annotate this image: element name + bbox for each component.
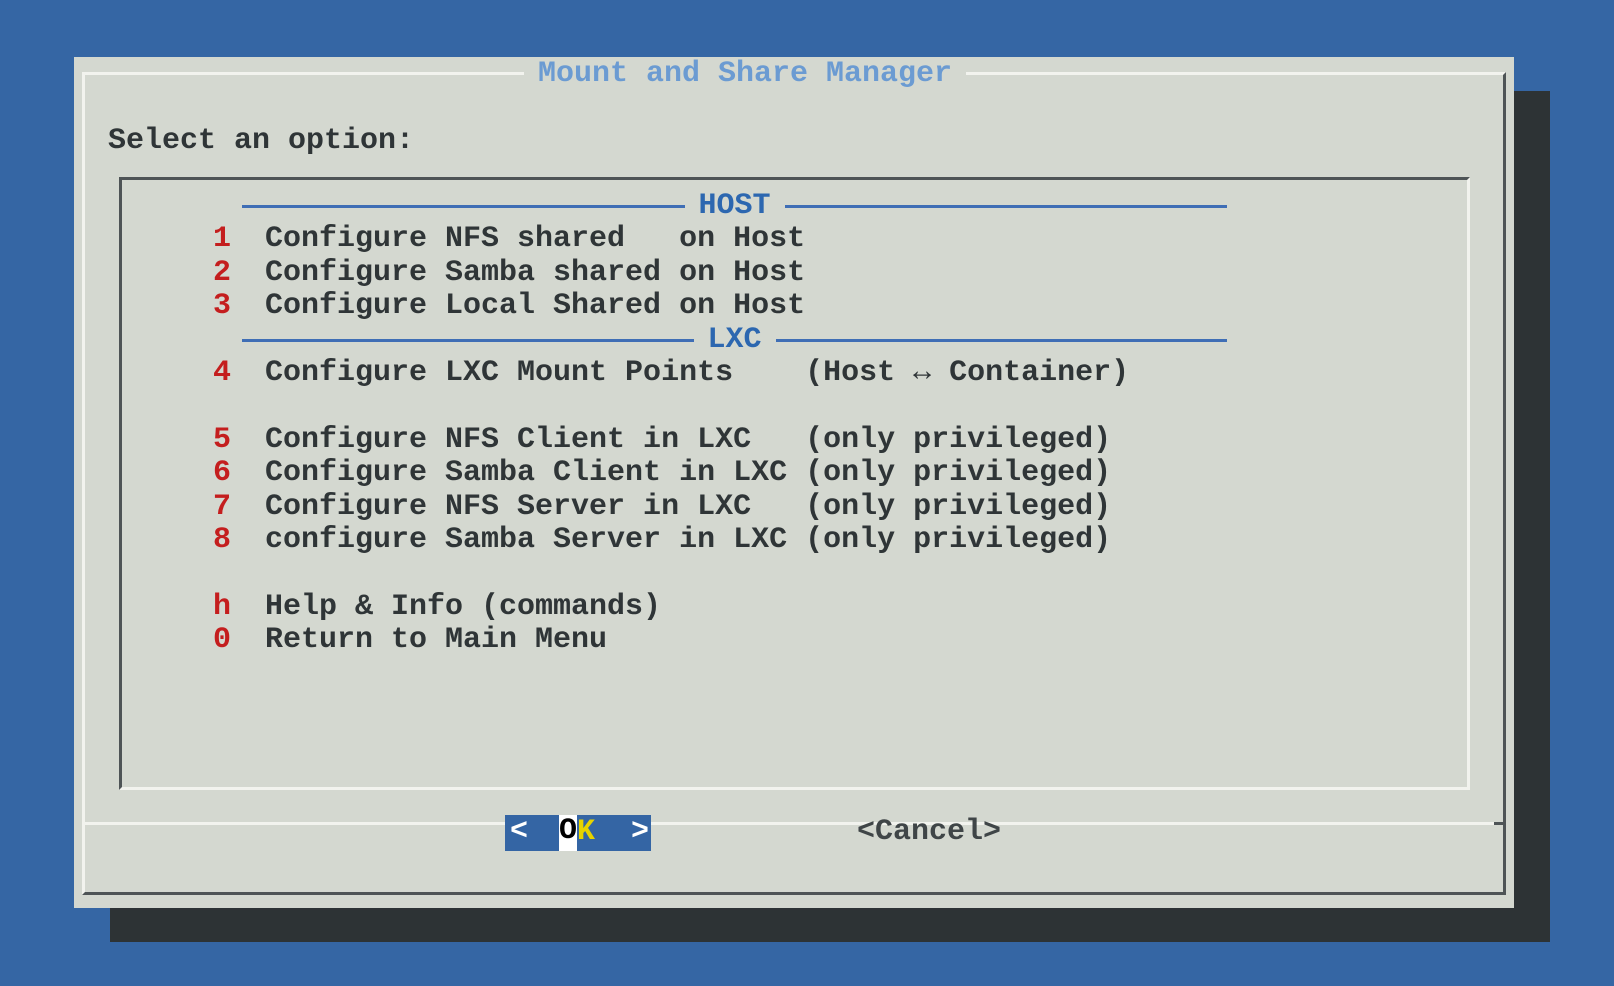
- ok-button-left-bracket: <: [510, 816, 528, 849]
- menu-item-2[interactable]: 2Configure Samba shared on Host: [122, 257, 1467, 290]
- menu-section-separator: LXC: [242, 324, 1227, 357]
- menu-item-label: Configure NFS shared on Host: [265, 222, 805, 256]
- menu-item-label: Configure Local Shared on Host: [265, 289, 805, 323]
- menu-item-8[interactable]: 8configure Samba Server in LXC (only pri…: [122, 524, 1467, 557]
- cancel-button[interactable]: <Cancel>: [849, 816, 1009, 849]
- separator-label: HOST: [685, 190, 785, 223]
- separator-line: [785, 205, 1228, 208]
- menu-box: HOST1Configure NFS shared on Host2Config…: [119, 177, 1470, 790]
- separator-line: [776, 339, 1228, 342]
- ok-button-right-bracket: >: [631, 816, 649, 849]
- menu-item-label: Configure Samba shared on Host: [265, 256, 805, 290]
- menu-section-separator: HOST: [242, 190, 1227, 223]
- separator-label: LXC: [694, 324, 776, 357]
- menu-item-label: Configure LXC Mount Points (Host ↔ Conta…: [265, 356, 1129, 390]
- menu-item-label: Configure NFS Server in LXC (only privil…: [265, 490, 1111, 524]
- terminal-background: Mount and Share Manager Select an option…: [0, 0, 1614, 986]
- menu-item-tag: 7: [213, 491, 265, 524]
- menu-item-4[interactable]: 4Configure LXC Mount Points (Host ↔ Cont…: [122, 357, 1467, 390]
- menu-item-5[interactable]: 5Configure NFS Client in LXC (only privi…: [122, 424, 1467, 457]
- ok-button[interactable]: < OK >: [505, 815, 651, 851]
- menu-item-tag: h: [213, 591, 265, 624]
- menu-item-3[interactable]: 3Configure Local Shared on Host: [122, 290, 1467, 323]
- menu-item-0[interactable]: 0Return to Main Menu: [122, 624, 1467, 657]
- menu-item-1[interactable]: 1Configure NFS shared on Host: [122, 223, 1467, 256]
- menu-item-h[interactable]: hHelp & Info (commands): [122, 591, 1467, 624]
- menu-item-7[interactable]: 7Configure NFS Server in LXC (only privi…: [122, 491, 1467, 524]
- menu-blank-row: [122, 390, 1467, 423]
- dialog-title: Mount and Share Manager: [74, 58, 1416, 91]
- menu-blank-row: [122, 557, 1467, 590]
- ok-button-hotkey: K: [577, 816, 595, 849]
- button-row: < OK > <Cancel>: [74, 815, 1514, 851]
- menu-item-label: Return to Main Menu: [265, 623, 607, 657]
- menu-item-label: Configure Samba Client in LXC (only priv…: [265, 456, 1111, 490]
- separator-line: [242, 205, 685, 208]
- menu-item-label: configure Samba Server in LXC (only priv…: [265, 523, 1111, 557]
- menu-item-tag: 1: [213, 223, 265, 256]
- menu-item-label: Configure NFS Client in LXC (only privil…: [265, 423, 1111, 457]
- dialog-title-text: Mount and Share Manager: [524, 57, 966, 91]
- prompt-text: Select an option:: [108, 125, 414, 158]
- menu-item-tag: 0: [213, 624, 265, 657]
- menu-item-tag: 8: [213, 524, 265, 557]
- mount-share-manager-dialog: Mount and Share Manager Select an option…: [74, 57, 1514, 908]
- menu-item-tag: 2: [213, 257, 265, 290]
- menu-item-tag: 5: [213, 424, 265, 457]
- separator-line: [242, 339, 694, 342]
- menu-item-label: Help & Info (commands): [265, 590, 661, 624]
- menu-item-tag: 4: [213, 357, 265, 390]
- menu-item-tag: 6: [213, 457, 265, 490]
- menu-item-6[interactable]: 6Configure Samba Client in LXC (only pri…: [122, 457, 1467, 490]
- ok-button-cursor: O: [559, 815, 577, 851]
- menu-rows: HOST1Configure NFS shared on Host2Config…: [122, 180, 1467, 657]
- menu-item-tag: 3: [213, 290, 265, 323]
